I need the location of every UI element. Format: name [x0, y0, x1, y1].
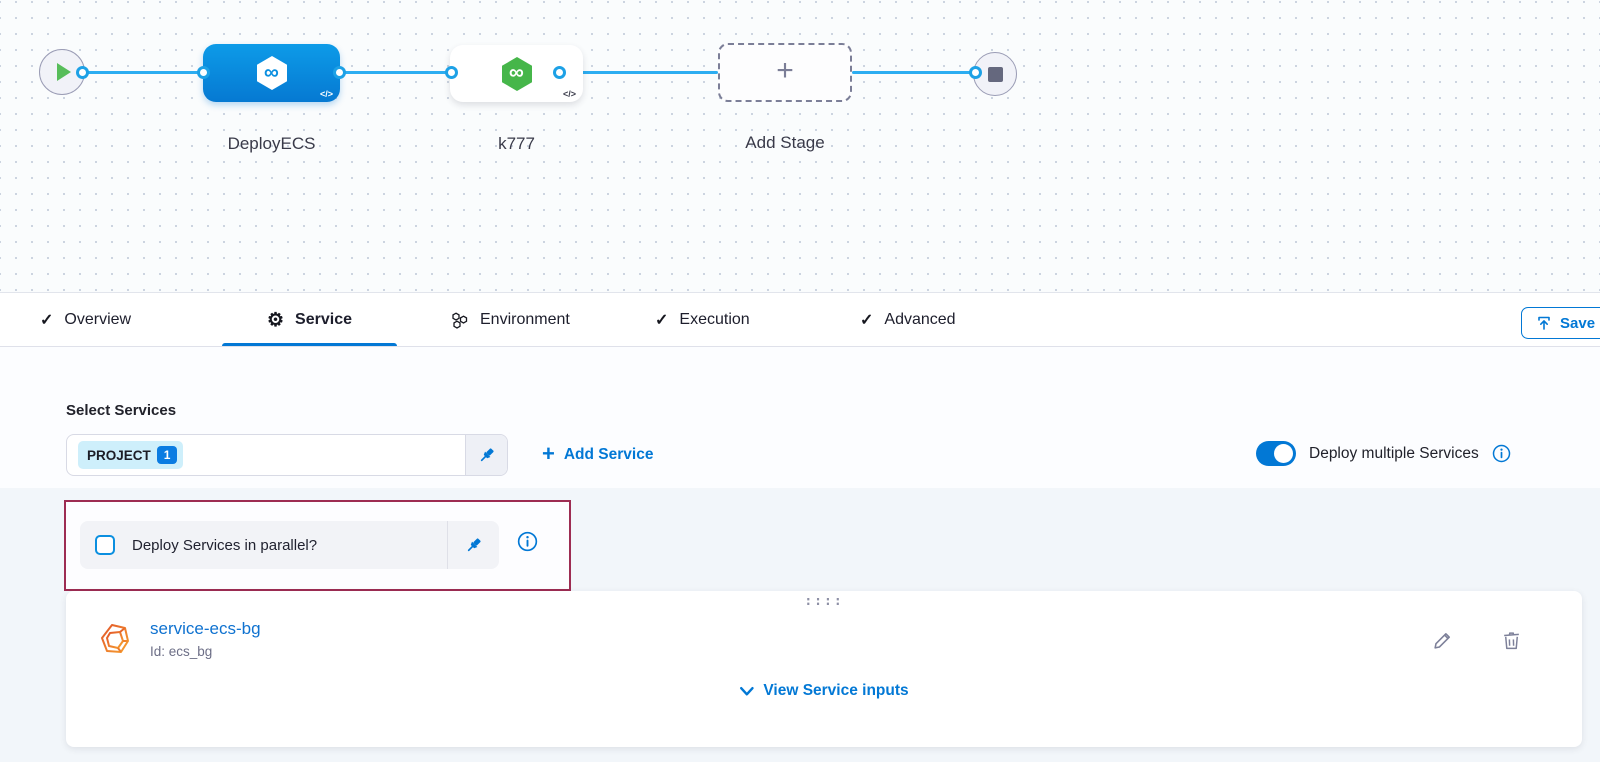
- tab-label: Environment: [480, 311, 570, 329]
- service-id: Id: ecs_bg: [150, 644, 212, 659]
- edge-connector-dot: [333, 66, 346, 79]
- pipeline-stage-editor: ∞ </> ∞ </> + DeployECS k777 Add Stage: [0, 0, 1600, 762]
- project-scope-chip[interactable]: PROJECT 1: [78, 441, 183, 469]
- plus-icon: +: [542, 443, 555, 465]
- tab-advanced[interactable]: ✓ Advanced: [860, 294, 956, 346]
- drag-handle[interactable]: ::::: [804, 595, 843, 608]
- stage-node-deployecs[interactable]: ∞ </>: [203, 44, 340, 102]
- check-icon: ✓: [40, 310, 53, 330]
- annotation-highlight-box: Deploy Services in parallel?: [64, 500, 571, 591]
- stop-icon: [988, 67, 1003, 82]
- pipeline-edge: [82, 71, 203, 74]
- play-icon: [57, 63, 71, 81]
- deploy-multiple-services-row: Deploy multiple Services: [1256, 441, 1511, 466]
- deploy-parallel-label: Deploy Services in parallel?: [132, 537, 317, 554]
- services-multiselect-input[interactable]: PROJECT 1: [66, 434, 508, 476]
- save-label: Save: [1560, 315, 1595, 332]
- chip-label: PROJECT: [87, 448, 151, 463]
- tab-label: Service: [295, 311, 352, 329]
- service-card: :::: service-ecs-bg Id: ecs_bg: [66, 591, 1582, 747]
- add-service-label: Add Service: [564, 446, 654, 464]
- view-inputs-label: View Service inputs: [763, 682, 908, 700]
- view-service-inputs-toggle[interactable]: View Service inputs: [739, 682, 908, 700]
- code-view-icon: </>: [563, 89, 576, 99]
- chevron-down-icon: [739, 685, 754, 697]
- pipeline-edge: [560, 71, 718, 74]
- deploy-parallel-checkbox[interactable]: [95, 535, 115, 555]
- add-service-button[interactable]: + Add Service: [542, 434, 653, 476]
- environments-icon: [450, 311, 469, 330]
- pipeline-edge: [852, 71, 976, 74]
- save-button[interactable]: Save: [1521, 307, 1600, 339]
- edit-service-button[interactable]: [1429, 627, 1455, 653]
- pipeline-edge: [340, 71, 452, 74]
- harness-cd-icon: ∞: [499, 56, 535, 92]
- tab-label: Overview: [64, 311, 131, 329]
- stage-label-k777: k777: [450, 134, 583, 154]
- check-icon: ✓: [655, 310, 668, 330]
- harness-cd-icon: ∞: [254, 55, 290, 91]
- deploy-multiple-label: Deploy multiple Services: [1309, 445, 1479, 463]
- service-icon: [97, 621, 137, 663]
- pipeline-canvas: ∞ </> ∞ </> + DeployECS k777 Add Stage: [0, 0, 1600, 293]
- chip-count-badge: 1: [157, 446, 178, 464]
- pin-icon: [465, 536, 483, 554]
- stage-label-add-stage: Add Stage: [718, 133, 852, 153]
- stage-label-deployecs: DeployECS: [203, 134, 340, 154]
- edge-connector-dot: [197, 66, 210, 79]
- edge-connector-dot: [553, 66, 566, 79]
- select-services-label: Select Services: [66, 402, 176, 419]
- edge-connector-dot: [445, 66, 458, 79]
- plus-icon: +: [776, 56, 794, 86]
- deploy-multiple-toggle[interactable]: [1256, 441, 1296, 466]
- tab-execution[interactable]: ✓ Execution: [655, 294, 750, 346]
- delete-service-button[interactable]: [1498, 627, 1524, 653]
- upload-icon: [1536, 315, 1552, 331]
- pencil-icon: [1432, 630, 1453, 651]
- edge-connector-dot: [76, 66, 89, 79]
- parallel-info-icon[interactable]: [517, 531, 538, 557]
- tab-service[interactable]: ⚙ Service: [222, 294, 397, 346]
- deploy-parallel-field: Deploy Services in parallel?: [80, 521, 499, 569]
- service-tab-panel: Select Services PROJECT 1 + Add Service: [0, 347, 1600, 762]
- tab-label: Advanced: [884, 311, 955, 329]
- pin-services-button[interactable]: [465, 435, 507, 475]
- info-icon[interactable]: [1492, 444, 1511, 463]
- edge-connector-dot: [969, 66, 982, 79]
- code-view-icon: </>: [320, 89, 333, 99]
- info-icon: [517, 531, 538, 552]
- gear-icon: ⚙: [267, 311, 284, 330]
- service-name-link[interactable]: service-ecs-bg: [150, 619, 261, 639]
- toggle-knob: [1274, 444, 1293, 463]
- pin-icon: [478, 446, 496, 464]
- stage-tabbar: ✓ Overview ⚙ Service Environment ✓ Execu…: [0, 294, 1600, 347]
- tab-overview[interactable]: ✓ Overview: [40, 294, 131, 346]
- tab-environment[interactable]: Environment: [450, 294, 570, 346]
- trash-icon: [1501, 630, 1522, 651]
- pin-parallel-button[interactable]: [447, 521, 499, 569]
- add-stage-button[interactable]: +: [718, 43, 852, 102]
- tab-label: Execution: [679, 311, 749, 329]
- check-icon: ✓: [860, 310, 873, 330]
